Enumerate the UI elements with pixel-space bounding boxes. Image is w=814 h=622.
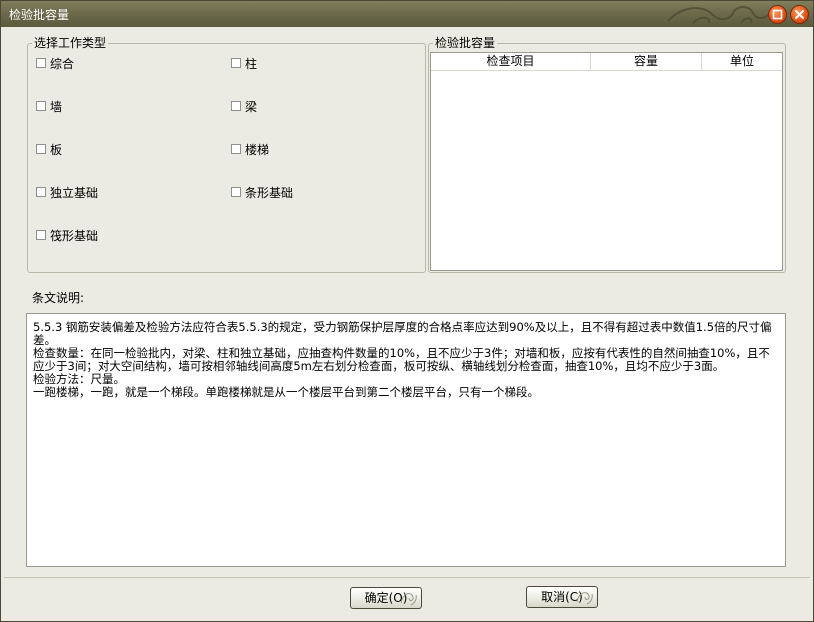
checkbox-duli-jichu[interactable]: 独立基础 — [36, 184, 98, 200]
ok-button[interactable]: 确定(O) — [350, 587, 422, 609]
cancel-button[interactable]: 取消(C) — [526, 586, 598, 608]
checkbox-label: 柱 — [245, 56, 258, 71]
checkbox-box[interactable] — [231, 144, 241, 154]
minimize-button[interactable] — [768, 5, 787, 24]
decorative-swirl-icon — [667, 6, 772, 24]
checkbox-faxing-jichu[interactable]: 筏形基础 — [36, 227, 98, 243]
button-swirl-icon — [400, 593, 417, 606]
checkbox-label: 条形基础 — [245, 185, 294, 200]
window-title: 检验批容量 — [9, 8, 70, 22]
capacity-group-title: 检验批容量 — [433, 36, 498, 50]
checkbox-box[interactable] — [36, 101, 46, 111]
checkbox-liang[interactable]: 梁 — [231, 98, 257, 114]
checkbox-box[interactable] — [231, 58, 241, 68]
column-header-capacity[interactable]: 容量 — [591, 53, 702, 70]
checkbox-tiaoxing-jichu[interactable]: 条形基础 — [231, 184, 293, 200]
description-paragraph: 5.5.3 钢筋安装偏差及检验方法应符合表5.5.3的规定，受力钢筋保护层厚度的… — [33, 320, 772, 347]
column-header-item[interactable]: 检查项目 — [431, 53, 591, 70]
checkbox-label: 综合 — [50, 56, 75, 71]
checkbox-label: 筏形基础 — [50, 228, 99, 243]
button-swirl-icon — [576, 592, 593, 605]
column-header-unit[interactable]: 单位 — [702, 53, 782, 70]
checkbox-label: 独立基础 — [50, 185, 99, 200]
description-textarea[interactable]: 5.5.3 钢筋安装偏差及检验方法应符合表5.5.3的规定，受力钢筋保护层厚度的… — [26, 313, 786, 567]
checkbox-zonghe[interactable]: 综合 — [36, 55, 74, 71]
checkbox-label: 楼梯 — [245, 142, 270, 157]
checkbox-box[interactable] — [36, 144, 46, 154]
close-button[interactable] — [790, 5, 809, 24]
title-bar[interactable]: 检验批容量 — [1, 1, 813, 27]
checkbox-box[interactable] — [36, 187, 46, 197]
checkbox-louti[interactable]: 楼梯 — [231, 141, 269, 157]
dialog-window: 检验批容量 选择工作类型 综合 柱 墙 梁 板 楼梯 独立基础 条形基础 筏形基… — [0, 0, 814, 622]
checkbox-zhu[interactable]: 柱 — [231, 55, 257, 71]
checkbox-ban[interactable]: 板 — [36, 141, 62, 157]
checkbox-box[interactable] — [36, 58, 46, 68]
work-type-group-title: 选择工作类型 — [32, 36, 109, 50]
checkbox-box[interactable] — [231, 101, 241, 111]
checkbox-label: 板 — [50, 142, 63, 157]
close-icon — [795, 10, 804, 19]
description-paragraph: 一跑楼梯，一跑，就是一个梯段。单跑楼梯就是从一个楼层平台到第二个楼层平台，只有一… — [33, 385, 539, 399]
checkbox-box[interactable] — [231, 187, 241, 197]
checkbox-qiang[interactable]: 墙 — [36, 98, 62, 114]
table-header: 检查项目 容量 单位 — [431, 53, 782, 71]
minimize-icon — [772, 9, 783, 20]
description-label: 条文说明: — [32, 291, 85, 305]
checkbox-label: 墙 — [50, 99, 63, 114]
checkbox-box[interactable] — [36, 230, 46, 240]
checkbox-label: 梁 — [245, 99, 258, 114]
capacity-table[interactable]: 检查项目 容量 单位 — [430, 52, 783, 271]
description-paragraph: 检查数量：在同一检验批内，对梁、柱和独立基础，应抽查构件数量的10%，且不应少于… — [33, 346, 770, 373]
